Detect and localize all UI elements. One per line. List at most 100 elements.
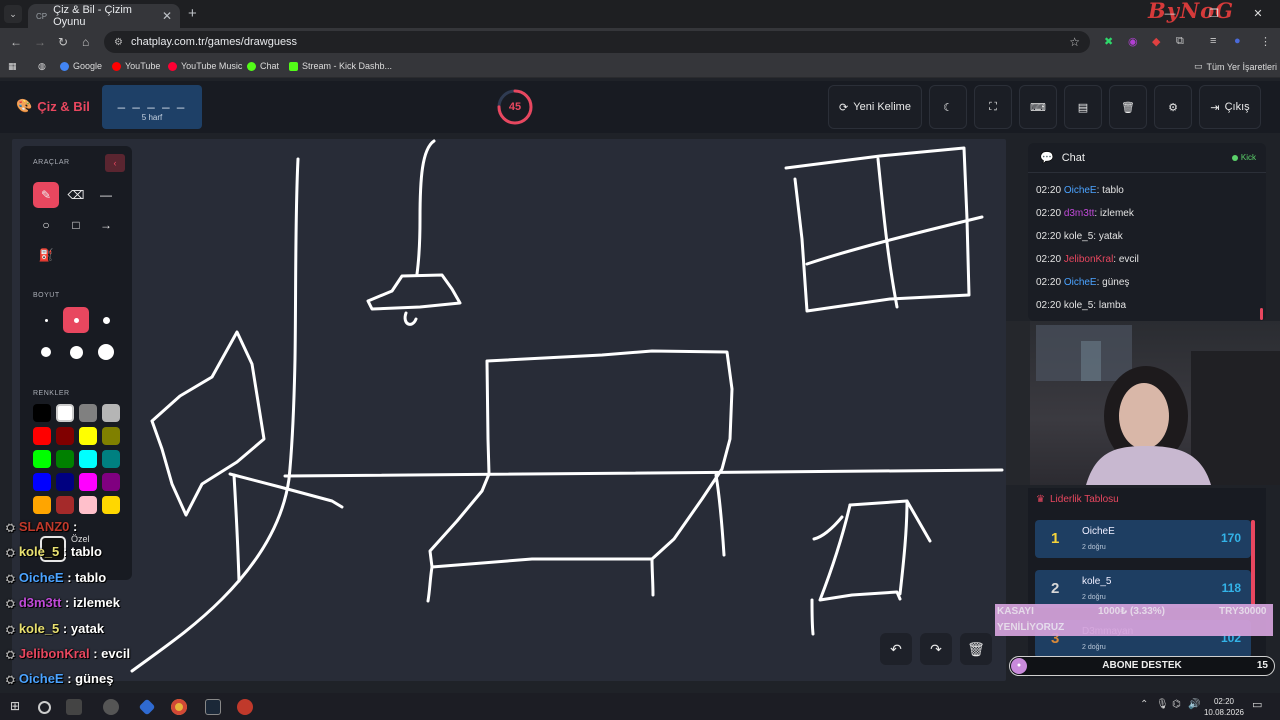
maximize-icon[interactable]: ❐: [1192, 0, 1236, 28]
message-user[interactable]: kole_5: [1064, 231, 1093, 242]
color-swatch[interactable]: [79, 473, 97, 491]
profile-avatar-icon[interactable]: ●: [1234, 35, 1241, 47]
back-icon[interactable]: ←: [10, 35, 22, 49]
color-swatch[interactable]: [102, 496, 120, 514]
color-swatch[interactable]: [79, 427, 97, 445]
mic-icon[interactable]: 🎙: [1156, 699, 1169, 710]
line-tool[interactable]: —: [93, 182, 119, 208]
size-option-xl[interactable]: [63, 339, 89, 365]
extension-icon[interactable]: ◉: [1128, 35, 1138, 48]
color-swatch[interactable]: [56, 496, 74, 514]
fullscreen-button[interactable]: ⛶: [974, 85, 1012, 129]
size-option-md[interactable]: [93, 307, 119, 333]
message-user[interactable]: d3m3tt: [1064, 208, 1095, 219]
app-icon[interactable]: [138, 698, 156, 716]
drawing-canvas[interactable]: [12, 139, 1006, 681]
fill-tool[interactable]: ⛽: [33, 242, 59, 268]
notification-icon[interactable]: ▭: [1252, 698, 1262, 711]
extension-icon[interactable]: ◆: [1152, 35, 1160, 48]
undo-button[interactable]: ↶: [880, 633, 912, 665]
network-icon[interactable]: ⌬: [1172, 699, 1181, 710]
close-window-icon[interactable]: ✕: [1236, 0, 1280, 28]
bookmark-youtube[interactable]: YouTube: [112, 61, 160, 71]
leaderboard-scrollbar[interactable]: [1251, 520, 1255, 608]
color-swatch[interactable]: [56, 450, 74, 468]
settings-button[interactable]: ⚙: [1154, 85, 1192, 129]
color-swatch[interactable]: [33, 404, 51, 422]
redo-button[interactable]: ↷: [920, 633, 952, 665]
color-swatch[interactable]: [102, 427, 120, 445]
brush-tool[interactable]: ✎: [33, 182, 59, 208]
message-user[interactable]: kole_5: [1064, 300, 1093, 311]
bookmark-youtube-music[interactable]: YouTube Music: [168, 61, 242, 71]
windows-start-icon[interactable]: ⊞: [10, 699, 26, 715]
delete-button[interactable]: 🗑: [1109, 85, 1147, 129]
color-swatch[interactable]: [79, 496, 97, 514]
tab-search-icon[interactable]: ⌄: [4, 5, 22, 23]
message-user[interactable]: OicheE: [1064, 277, 1097, 288]
all-bookmarks[interactable]: ▭ Tüm Yer İşaretleri: [1194, 61, 1277, 72]
new-tab-icon[interactable]: +: [188, 5, 197, 22]
color-swatch[interactable]: [79, 404, 97, 422]
chat-scrollbar[interactable]: [1260, 308, 1263, 320]
browser-tab[interactable]: CP Çiz & Bil - Çizim Oyunu ✕: [28, 4, 180, 28]
collapse-panel-button[interactable]: ‹: [105, 154, 125, 172]
bookmark-chat[interactable]: Chat: [247, 61, 279, 71]
eraser-tool[interactable]: ⌫: [63, 182, 89, 208]
color-swatch[interactable]: [56, 427, 74, 445]
minimize-icon[interactable]: —: [1148, 0, 1192, 28]
extensions-puzzle-icon[interactable]: ⧉: [1176, 35, 1184, 48]
logout-button[interactable]: ⇥ Çıkış: [1199, 85, 1261, 129]
color-swatch[interactable]: [102, 404, 120, 422]
chrome-taskbar-icon[interactable]: [171, 699, 187, 715]
color-swatch[interactable]: [33, 473, 51, 491]
extension-icon[interactable]: ✖: [1104, 35, 1113, 48]
close-tab-icon[interactable]: ✕: [162, 9, 172, 23]
steam-icon[interactable]: [205, 699, 221, 715]
home-icon[interactable]: ⌂: [82, 35, 89, 49]
message-user[interactable]: OicheE: [1064, 185, 1097, 196]
apps-grid-icon[interactable]: ▦: [8, 61, 17, 72]
size-option-sm[interactable]: [63, 307, 89, 333]
clock[interactable]: 02:20 10.08.2026: [1204, 696, 1244, 718]
reload-icon[interactable]: ↻: [58, 35, 68, 49]
rectangle-tool[interactable]: □: [63, 212, 89, 238]
bookmark-google[interactable]: Google: [60, 61, 102, 71]
circle-tool[interactable]: ○: [33, 212, 59, 238]
size-option-xxl[interactable]: [93, 339, 119, 365]
reading-list-icon[interactable]: ≡: [1210, 35, 1216, 47]
forward-icon[interactable]: →: [34, 35, 46, 49]
menu-kebab-icon[interactable]: ⋮: [1260, 35, 1271, 48]
archive-button[interactable]: ▤: [1064, 85, 1102, 129]
color-swatch[interactable]: [56, 473, 74, 491]
color-swatch[interactable]: [33, 427, 51, 445]
theme-toggle-button[interactable]: ☾: [929, 85, 967, 129]
color-swatch[interactable]: [56, 404, 74, 422]
volume-icon[interactable]: 🔊: [1188, 699, 1200, 710]
leaderboard-title: Liderlik Tablosu: [1049, 494, 1119, 505]
task-view-icon[interactable]: [66, 699, 82, 715]
color-swatch[interactable]: [33, 496, 51, 514]
bookmark-kick[interactable]: Stream - Kick Dashb...: [289, 61, 392, 71]
keyboard-button[interactable]: ⌨: [1019, 85, 1057, 129]
tray-chevron-icon[interactable]: ⌃: [1140, 699, 1148, 710]
color-swatch[interactable]: [102, 450, 120, 468]
site-info-icon[interactable]: ⚙: [114, 37, 123, 48]
address-bar[interactable]: ⚙ chatplay.com.tr/games/drawguess ☆: [104, 31, 1090, 53]
search-icon[interactable]: [38, 701, 51, 714]
arrow-tool[interactable]: →: [93, 212, 119, 238]
new-word-button[interactable]: ⟳ Yeni Kelime: [828, 85, 922, 129]
obs-icon[interactable]: [103, 699, 119, 715]
color-swatch[interactable]: [102, 473, 120, 491]
bookmark-star-icon[interactable]: ☆: [1069, 35, 1080, 49]
size-option-xs[interactable]: [33, 307, 59, 333]
color-swatch[interactable]: [33, 450, 51, 468]
color-swatch[interactable]: [79, 450, 97, 468]
clear-canvas-button[interactable]: 🗑: [960, 633, 992, 665]
app-logo[interactable]: 🎨 Çiz & Bil: [16, 98, 90, 114]
size-option-lg[interactable]: [33, 339, 59, 365]
app-red-icon[interactable]: [237, 699, 253, 715]
leaderboard-row: 2 kole_5 2 doğru 118: [1035, 570, 1251, 608]
message-user[interactable]: JelibonKral: [1064, 254, 1113, 265]
chrome-icon[interactable]: ◍: [38, 61, 46, 72]
